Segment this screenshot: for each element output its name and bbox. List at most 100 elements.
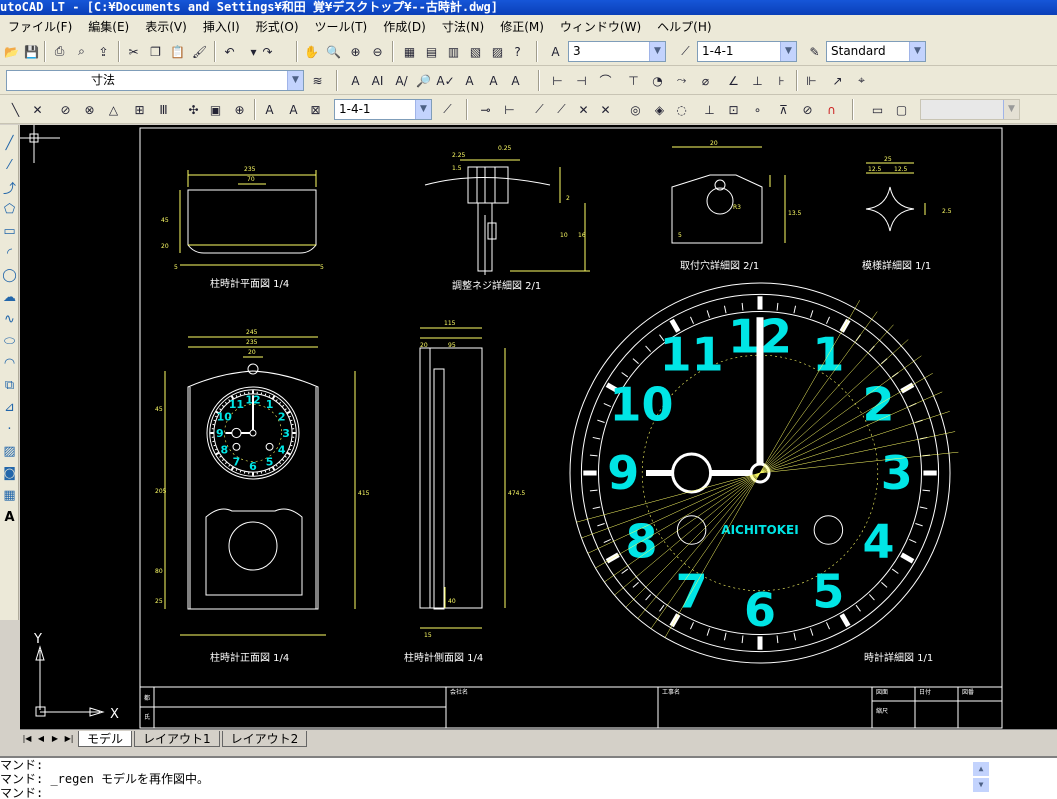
menu-insert[interactable]: 挿入(I) [195,18,248,35]
spline-icon[interactable]: ∿ [1,309,18,329]
calculator-icon[interactable]: ▨ [488,42,507,61]
menu-draw[interactable]: 作成(D) [375,18,434,35]
paste-icon[interactable]: 📋 [168,42,187,61]
table-grid-icon[interactable]: ⊞ [130,100,149,119]
snap-midpoint-icon[interactable]: ⊢ [500,100,519,119]
drawing-canvas[interactable]: Y X 235 70 45 20 5 5 柱時計平面図 1/4 2.25 0.2… [20,125,1057,729]
viewport-scale-combo[interactable]: ▼ [920,99,1020,120]
hatch-icon[interactable]: ✣ [184,100,203,119]
snap-nearest-icon[interactable]: ∘ [748,100,767,119]
first-tab-icon[interactable]: |◀ [20,732,34,746]
angular-dim-icon[interactable]: ∠ [724,71,743,90]
ellipse-arc-icon[interactable]: ◠ [1,353,18,373]
chevron-down-icon[interactable]: ▼ [780,42,796,61]
snap-endpoint-icon[interactable]: ⊸ [476,100,495,119]
insert-icon[interactable]: ⊕ [230,100,249,119]
menu-view[interactable]: 表示(V) [137,18,195,35]
radius-dim-icon[interactable]: ◔ [648,71,667,90]
help-icon[interactable]: ? [508,42,527,61]
revcloud-icon[interactable]: ☁ [1,287,18,307]
open-icon[interactable]: 📂 [2,42,21,61]
copy-icon[interactable]: ❐ [146,42,165,61]
zoom-window-icon[interactable]: ⊕ [346,42,365,61]
diameter-dim-icon[interactable]: ⌀ [696,71,715,90]
chevron-down-icon[interactable]: ▼ [1003,100,1019,119]
dim-text-icon[interactable]: A [260,100,279,119]
ellipse-icon[interactable]: ⬭ [1,331,18,351]
circle-tool-icon[interactable]: ◯ [1,265,18,285]
quick-dim-icon[interactable]: ⊥ [748,71,767,90]
no-entry-icon[interactable]: ⊗ [80,100,99,119]
justify-text-icon[interactable]: A [506,71,525,90]
layer-manager-icon[interactable]: ≋ [308,71,327,90]
construction-line-icon[interactable]: ⁄ [1,155,18,175]
line-icon[interactable]: ╲ [6,100,25,119]
tolerance-icon[interactable]: ⌖ [852,71,871,90]
snap-none-icon[interactable]: ⊼ [774,100,793,119]
jogged-dim-icon[interactable]: ⤳ [672,71,691,90]
menu-window[interactable]: ウィンドウ(W) [552,18,649,35]
chevron-down-icon[interactable]: ▼ [649,42,665,61]
properties-icon[interactable]: ▦ [400,42,419,61]
command-scrollbar[interactable]: ▲ ▼ [973,762,989,792]
hatch-tool-icon[interactable]: ▨ [1,441,18,461]
prev-tab-icon[interactable]: ◀ [34,732,48,746]
ordinate-dim-icon[interactable]: ⊤ [624,71,643,90]
chevron-down-icon[interactable]: ▼ [287,71,303,90]
mtext-tool-icon[interactable]: A [1,507,18,527]
tab-layout2[interactable]: レイアウト2 [221,731,308,747]
snap-settings-icon[interactable]: ⊘ [798,100,817,119]
polygon-icon[interactable]: ⬠ [1,199,18,219]
point-icon[interactable]: · [1,419,18,439]
snap-tangent-icon[interactable]: ◌ [672,100,691,119]
zoom-previous-icon[interactable]: ⊖ [368,42,387,61]
circle-icon[interactable]: ⊘ [56,100,75,119]
text-icon[interactable]: A [346,71,365,90]
design-center-icon[interactable]: ▤ [422,42,441,61]
table-icon[interactable]: ▦ [1,485,18,505]
dim-edit-icon[interactable]: A [284,100,303,119]
linetype-combo[interactable]: 1-4-1 ▼ [697,41,797,62]
snap-off-icon[interactable]: ∩ [822,100,841,119]
make-block-icon[interactable]: ⊿ [1,397,18,417]
snap-quadrant-icon[interactable]: ◈ [650,100,669,119]
scroll-up-icon[interactable]: ▲ [973,762,989,776]
xline-icon[interactable]: ✕ [28,100,47,119]
continue-dim-icon[interactable]: ⊩ [802,71,821,90]
triangle-icon[interactable]: △ [104,100,123,119]
command-prompt[interactable]: マンド: [0,786,1057,799]
dimstyle-manager-icon[interactable]: ⟋ [438,100,457,119]
pan-icon[interactable]: ✋ [302,42,321,61]
arc-icon[interactable]: ◜ [1,243,18,263]
menu-modify[interactable]: 修正(M) [492,18,552,35]
zoom-realtime-icon[interactable]: 🔍 [324,42,343,61]
dimstyle-control-combo[interactable]: 1-4-1 ▼ [334,99,432,120]
region-icon[interactable]: ◙ [1,463,18,483]
find-text-icon[interactable]: 🔎 [414,71,433,90]
scroll-down-icon[interactable]: ▼ [973,778,989,792]
scale-text-icon[interactable]: A [484,71,503,90]
menu-format[interactable]: 形式(O) [248,18,307,35]
cut-icon[interactable]: ✂ [124,42,143,61]
dim-update-icon[interactable]: ⊠ [306,100,325,119]
menu-dimension[interactable]: 寸法(N) [434,18,492,35]
publish-icon[interactable]: ⇪ [94,42,113,61]
viewport-single-icon[interactable]: ▢ [892,100,911,119]
arc-dim-icon[interactable]: ⌒ [596,71,615,90]
text-style-icon[interactable]: A [460,71,479,90]
snap-insert-icon[interactable]: ⊡ [724,100,743,119]
snap-apparent-icon[interactable]: ⟋ [552,100,571,119]
edit-text-icon[interactable]: A/ [392,71,411,90]
mtext-icon[interactable]: AI [368,71,387,90]
match-properties-icon[interactable]: 🖌 [190,42,209,61]
line-tool-icon[interactable]: ╱ [1,133,18,153]
chevron-down-icon[interactable]: ▼ [415,100,431,119]
snap-extension-icon[interactable]: ✕ [574,100,593,119]
snap-perpendicular-icon[interactable]: ✕ [596,100,615,119]
rectangle-icon[interactable]: ▭ [1,221,18,241]
menu-help[interactable]: ヘルプ(H) [649,18,719,35]
polyline-icon[interactable]: ⤴ [1,177,18,197]
dimstyle-combo[interactable]: 3 ▼ [568,41,666,62]
viewport-icon[interactable]: ▭ [868,100,887,119]
textstyle-combo[interactable]: Standard ▼ [826,41,926,62]
